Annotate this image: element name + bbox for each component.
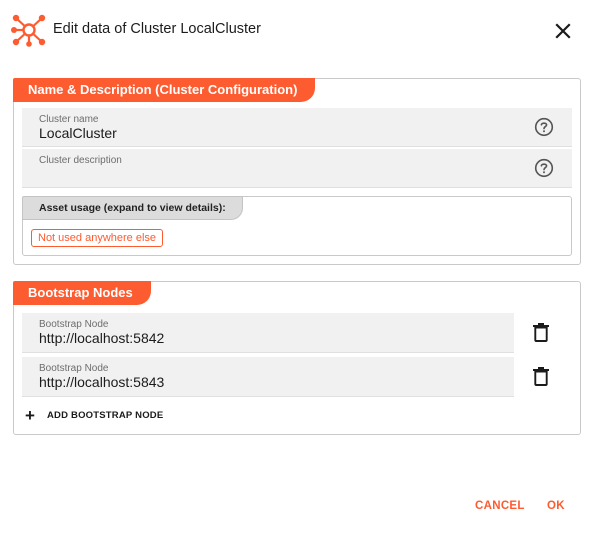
help-icon[interactable] bbox=[534, 158, 554, 178]
name-description-panel: Name & Description (Cluster Configuratio… bbox=[13, 78, 581, 265]
dialog-title: Edit data of Cluster LocalCluster bbox=[53, 21, 261, 37]
close-icon[interactable] bbox=[551, 19, 575, 43]
bootstrap-nodes-panel: Bootstrap Nodes Bootstrap Node http://lo… bbox=[13, 281, 581, 435]
cluster-description-field[interactable]: Cluster description bbox=[22, 149, 572, 188]
bootstrap-nodes-header: Bootstrap Nodes bbox=[13, 281, 151, 305]
bootstrap-node-value[interactable]: http://localhost:5842 bbox=[39, 330, 164, 346]
bootstrap-node-value[interactable]: http://localhost:5843 bbox=[39, 374, 164, 390]
delete-trash-icon[interactable] bbox=[532, 366, 550, 386]
cluster-description-label: Cluster description bbox=[39, 155, 122, 166]
cluster-name-label: Cluster name bbox=[39, 114, 99, 125]
usage-status-badge: Not used anywhere else bbox=[31, 229, 164, 247]
cluster-network-icon bbox=[11, 14, 46, 47]
help-icon[interactable] bbox=[534, 117, 554, 137]
dialog-header: Edit data of Cluster LocalCluster bbox=[0, 0, 592, 60]
cancel-button[interactable]: CANCEL bbox=[475, 500, 525, 512]
add-bootstrap-node-button[interactable]: + ADD BOOTSTRAP NODE bbox=[25, 405, 163, 425]
name-description-header: Name & Description (Cluster Configuratio… bbox=[13, 78, 316, 102]
plus-icon: + bbox=[25, 405, 35, 425]
bootstrap-node-field[interactable]: Bootstrap Node http://localhost:5843 bbox=[22, 357, 514, 397]
bootstrap-node-label: Bootstrap Node bbox=[39, 319, 109, 330]
cluster-name-field[interactable]: Cluster name LocalCluster bbox=[22, 108, 572, 147]
bootstrap-node-field[interactable]: Bootstrap Node http://localhost:5842 bbox=[22, 313, 514, 353]
ok-button[interactable]: OK bbox=[547, 500, 565, 512]
cluster-name-value[interactable]: LocalCluster bbox=[39, 125, 117, 141]
add-bootstrap-node-label: ADD BOOTSTRAP NODE bbox=[47, 409, 164, 421]
delete-trash-icon[interactable] bbox=[532, 322, 550, 342]
bootstrap-node-label: Bootstrap Node bbox=[39, 363, 109, 374]
asset-usage-toggle[interactable]: Asset usage (expand to view details): bbox=[22, 196, 243, 220]
asset-usage-box: Asset usage (expand to view details): No… bbox=[22, 196, 572, 256]
